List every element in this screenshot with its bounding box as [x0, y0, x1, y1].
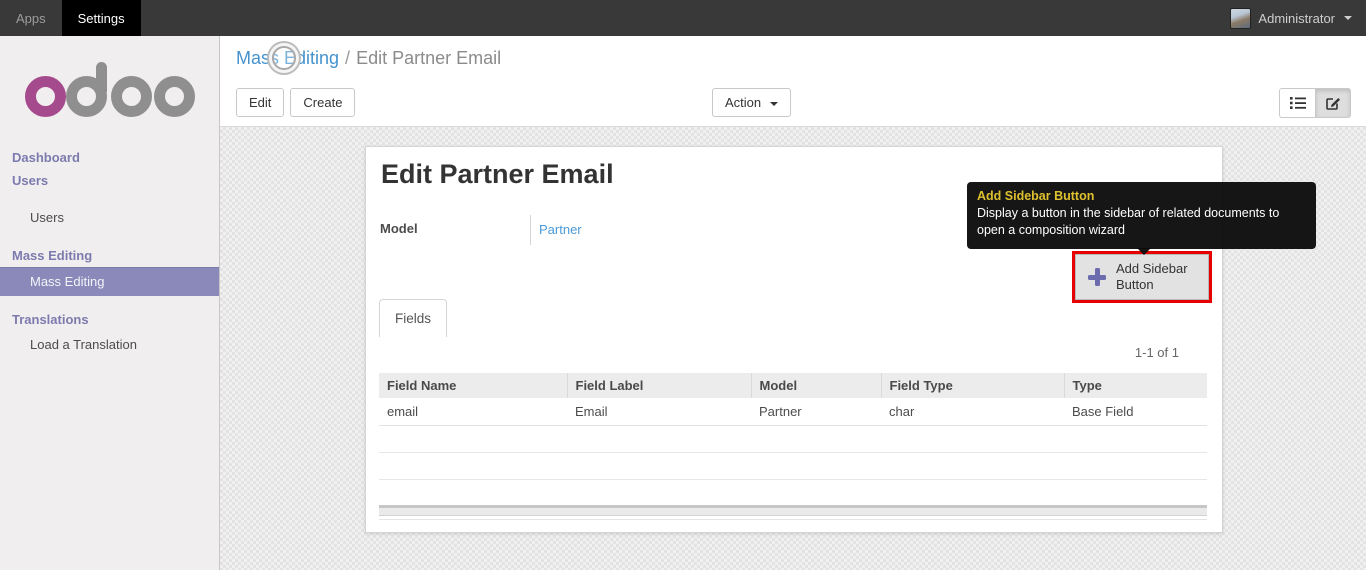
- edit-form-icon: [1326, 98, 1340, 110]
- horizontal-scrollbar[interactable]: [379, 505, 1207, 516]
- action-dropdown-button[interactable]: Action: [712, 88, 791, 117]
- odoo-logo-d: [66, 76, 107, 117]
- menu-apps[interactable]: Apps: [0, 0, 62, 36]
- edit-button[interactable]: Edit: [236, 88, 285, 117]
- breadcrumb-separator: /: [345, 48, 351, 68]
- view-switcher: [1279, 88, 1351, 118]
- cell-field-name: email: [379, 398, 567, 426]
- menu-settings[interactable]: Settings: [61, 0, 141, 36]
- model-field-value: Partner: [530, 215, 750, 245]
- plus-icon: [1088, 268, 1106, 286]
- control-panel: Mass Editing / Edit Partner Email Edit Cre…: [220, 36, 1366, 127]
- odoo-logo-o3: [154, 76, 195, 117]
- form-sheet: Edit Partner Email Model Partner Add Sid…: [365, 146, 1316, 533]
- sidebar-item-users[interactable]: Users: [0, 204, 219, 232]
- annotation-highlight-box: Add Sidebar Button: [1072, 251, 1212, 303]
- user-name: Administrator: [1258, 10, 1335, 26]
- caret-down-icon: [769, 101, 778, 106]
- content-area: Edit Partner Email Model Partner Add Sid…: [220, 127, 1366, 570]
- page-title: Edit Partner Email: [381, 159, 614, 189]
- empty-row: [379, 452, 1207, 480]
- table-header-row: Field Name Field Label Model Field Type …: [379, 373, 1207, 398]
- column-header-model[interactable]: Model: [751, 373, 882, 398]
- cell-model: Partner: [751, 398, 881, 426]
- add-sidebar-button[interactable]: Add Sidebar Button: [1075, 254, 1209, 300]
- user-avatar: [1230, 7, 1252, 29]
- tab-fields[interactable]: Fields: [379, 299, 447, 337]
- column-header-field-label[interactable]: Field Label: [567, 373, 752, 398]
- pager[interactable]: 1-1 of 1: [1135, 345, 1179, 360]
- odoo-logo-o2: [111, 76, 152, 117]
- sidebar-header-dashboard: Dashboard: [12, 150, 80, 165]
- create-button[interactable]: Create: [290, 88, 356, 117]
- divider: [379, 519, 1207, 520]
- sidebar-item-mass-editing[interactable]: Mass Editing: [0, 267, 219, 296]
- fields-table: Field Name Field Label Model Field Type …: [379, 373, 1207, 506]
- tooltip: Add Sidebar Button Display a button in t…: [967, 182, 1316, 255]
- click-indicator-circle: [272, 46, 296, 70]
- model-field-row: Model Partner: [380, 215, 750, 245]
- breadcrumb-current: Edit Partner Email: [356, 48, 502, 68]
- cell-field-label: Email: [567, 398, 751, 426]
- sidebar-nav: Dashboard Users Users Mass Editing Mass …: [0, 146, 219, 359]
- list-view-button[interactable]: [1279, 88, 1315, 118]
- add-sidebar-button-label: Add Sidebar Button: [1116, 260, 1188, 292]
- action-dropdown-wrap: Action: [712, 88, 791, 117]
- model-field-label: Model: [380, 221, 418, 236]
- column-header-field-type[interactable]: Field Type: [881, 373, 1065, 398]
- odoo-logo-o1: [25, 76, 66, 117]
- odoo-logo: [25, 62, 195, 120]
- cell-type: Base Field: [1064, 398, 1207, 426]
- model-partner-link[interactable]: Partner: [539, 222, 582, 237]
- sidebar: Dashboard Users Users Mass Editing Mass …: [0, 36, 220, 570]
- empty-row: [379, 479, 1207, 506]
- control-buttons: Edit Create: [236, 88, 356, 117]
- sidebar-item-load-translation[interactable]: Load a Translation: [0, 331, 219, 359]
- cell-field-type: char: [881, 398, 1064, 426]
- sidebar-header-mass-editing: Mass Editing: [12, 248, 93, 263]
- column-header-type[interactable]: Type: [1064, 373, 1207, 398]
- tooltip-title: Add Sidebar Button: [977, 189, 1095, 203]
- action-label: Action: [725, 95, 762, 110]
- tooltip-body: Display a button in the sidebar of relat…: [977, 206, 1280, 238]
- tooltip-arrow: [1137, 247, 1151, 255]
- sidebar-header-users: Users: [12, 173, 49, 188]
- chevron-down-icon: [1344, 16, 1352, 20]
- form-view-button[interactable]: [1315, 88, 1351, 118]
- empty-row: [379, 425, 1207, 453]
- column-header-field-name[interactable]: Field Name: [379, 373, 568, 398]
- top-bar: Apps Settings Administrator: [0, 0, 1366, 36]
- user-menu[interactable]: Administrator: [1216, 0, 1366, 36]
- table-row[interactable]: email Email Partner char Base Field: [379, 398, 1207, 426]
- sidebar-header-translations: Translations: [12, 312, 89, 327]
- list-icon: [1289, 97, 1306, 109]
